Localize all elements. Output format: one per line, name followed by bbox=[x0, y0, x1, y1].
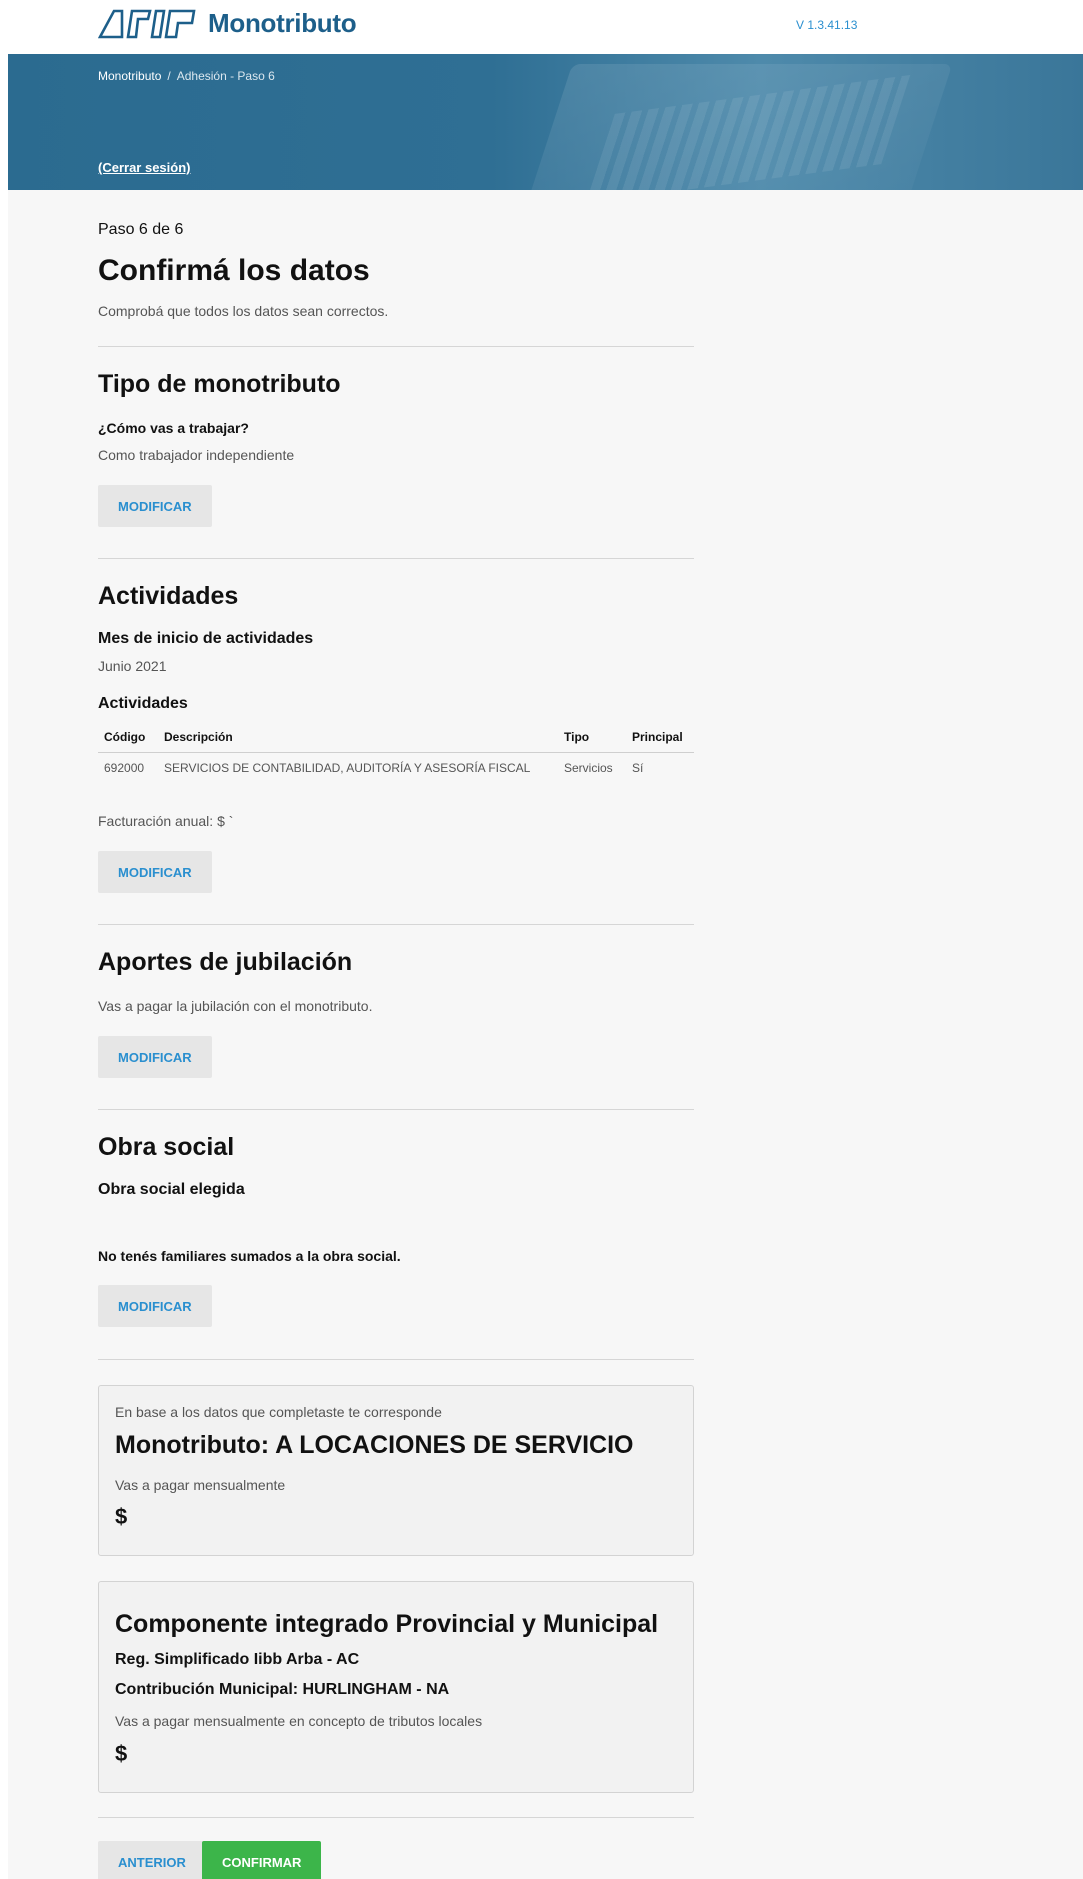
logout-link[interactable]: (Cerrar sesión) bbox=[98, 160, 190, 175]
confirm-button[interactable]: CONFIRMAR bbox=[202, 1841, 322, 1879]
component-line-municipal: Contribución Municipal: HURLINGHAM - NA bbox=[115, 1681, 450, 1698]
section-title-obra-social: Obra social bbox=[98, 1133, 235, 1161]
divider bbox=[98, 1359, 694, 1360]
divider bbox=[98, 1109, 694, 1110]
divider bbox=[98, 1817, 694, 1818]
modify-tipo-button[interactable]: MODIFICAR bbox=[98, 485, 212, 527]
column-header-descripcion: Descripción bbox=[158, 722, 558, 753]
afip-logo[interactable]: Monotributo bbox=[98, 8, 357, 39]
divider bbox=[98, 558, 694, 559]
column-header-tipo: Tipo bbox=[558, 722, 626, 753]
start-month-label: Mes de inicio de actividades bbox=[98, 630, 314, 647]
column-header-principal: Principal bbox=[626, 722, 694, 753]
tipo-question: ¿Cómo vas a trabajar? bbox=[98, 420, 249, 436]
column-header-codigo: Código bbox=[98, 722, 158, 753]
obra-social-chosen-label: Obra social elegida bbox=[98, 1181, 245, 1198]
aportes-text: Vas a pagar la jubilación con el monotri… bbox=[98, 998, 373, 1014]
component-line-provincial: Reg. Simplificado Iibb Arba - AC bbox=[115, 1651, 360, 1668]
cell-descripcion: SERVICIOS DE CONTABILIDAD, AUDITORÍA Y A… bbox=[164, 761, 531, 776]
component-amount: $ bbox=[115, 1741, 128, 1766]
modify-obra-social-button[interactable]: MODIFICAR bbox=[98, 1285, 212, 1327]
tipo-answer: Como trabajador independiente bbox=[98, 447, 295, 463]
back-button[interactable]: ANTERIOR bbox=[98, 1841, 206, 1879]
component-pay-label: Vas a pagar mensualmente en concepto de … bbox=[115, 1713, 483, 1729]
family-text: No tenés familiares sumados a la obra so… bbox=[98, 1248, 401, 1264]
top-bar: Monotributo V 1.3.41.13 bbox=[8, 0, 1083, 54]
afip-logo-icon bbox=[98, 9, 196, 38]
category-pay-label: Vas a pagar mensualmente bbox=[115, 1477, 286, 1493]
page: Monotributo V 1.3.41.13 Monotributo / Ad… bbox=[8, 0, 1083, 1879]
breadcrumb: Monotributo / Adhesión - Paso 6 bbox=[98, 69, 275, 83]
table-header-row: Código Descripción Tipo Principal bbox=[98, 722, 694, 753]
hero-banner: Monotributo / Adhesión - Paso 6 (Cerrar … bbox=[8, 54, 1083, 190]
category-intro: En base a los datos que completaste te c… bbox=[115, 1404, 442, 1420]
cell-principal: Sí bbox=[632, 761, 644, 776]
breadcrumb-separator: / bbox=[167, 69, 171, 83]
page-subtitle: Comprobá que todos los datos sean correc… bbox=[98, 303, 389, 319]
category-card: En base a los datos que completaste te c… bbox=[98, 1385, 694, 1556]
breadcrumb-home[interactable]: Monotributo bbox=[98, 69, 161, 83]
start-month-value: Junio 2021 bbox=[98, 658, 167, 674]
divider bbox=[98, 924, 694, 925]
activities-list-label: Actividades bbox=[98, 695, 188, 712]
breadcrumb-current: Adhesión - Paso 6 bbox=[176, 69, 275, 83]
version-label: V 1.3.41.13 bbox=[796, 18, 858, 32]
section-title-tipo: Tipo de monotributo bbox=[98, 370, 341, 398]
step-indicator: Paso 6 de 6 bbox=[98, 221, 184, 238]
section-title-actividades: Actividades bbox=[98, 582, 239, 610]
component-title: Componente integrado Provincial y Munici… bbox=[115, 1610, 659, 1638]
cell-codigo: 692000 bbox=[104, 761, 145, 776]
annual-billing: Facturación anual: $ ` bbox=[98, 813, 234, 829]
page-title: Confirmá los datos bbox=[98, 254, 370, 287]
modify-actividades-button[interactable]: MODIFICAR bbox=[98, 851, 212, 893]
divider bbox=[98, 346, 694, 347]
section-title-aportes: Aportes de jubilación bbox=[98, 948, 353, 976]
cell-tipo: Servicios bbox=[564, 761, 613, 776]
provincial-component-card: Componente integrado Provincial y Munici… bbox=[98, 1581, 694, 1793]
activities-table: Código Descripción Tipo Principal 692000… bbox=[98, 722, 694, 784]
modify-aportes-button[interactable]: MODIFICAR bbox=[98, 1036, 212, 1078]
brand-name: Monotributo bbox=[208, 8, 357, 38]
category-amount: $ bbox=[115, 1504, 128, 1529]
category-title: Monotributo: A LOCACIONES DE SERVICIO bbox=[115, 1431, 634, 1459]
table-row: 692000 SERVICIOS DE CONTABILIDAD, AUDITO… bbox=[98, 752, 694, 784]
